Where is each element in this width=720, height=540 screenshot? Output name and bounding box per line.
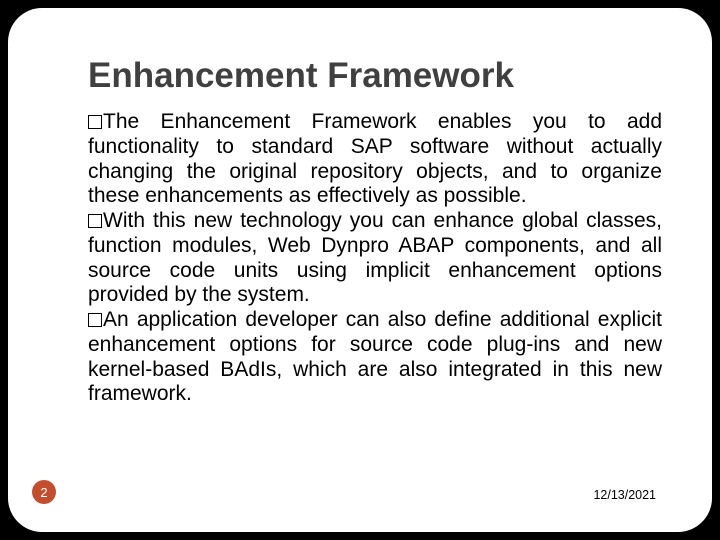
slide: Enhancement Framework The Enhancement Fr…	[8, 8, 712, 532]
bullet-item: With this new technology you can enhance…	[88, 209, 662, 308]
slide-date: 12/13/2021	[593, 488, 656, 502]
checkbox-icon	[88, 313, 102, 327]
checkbox-icon	[88, 115, 102, 129]
page-number-badge: 2	[32, 480, 56, 504]
slide-title: Enhancement Framework	[88, 56, 662, 96]
bullet-item: An application developer can also define…	[88, 308, 662, 407]
bullet-item: The Enhancement Framework enables you to…	[88, 110, 662, 209]
page-number: 2	[40, 485, 47, 500]
checkbox-icon	[88, 214, 102, 228]
slide-content: The Enhancement Framework enables you to…	[88, 110, 662, 407]
bullet-text: The Enhancement Framework enables you to…	[88, 110, 662, 207]
bullet-text: With this new technology you can enhance…	[88, 209, 662, 306]
bullet-text: An application developer can also define…	[88, 308, 662, 405]
